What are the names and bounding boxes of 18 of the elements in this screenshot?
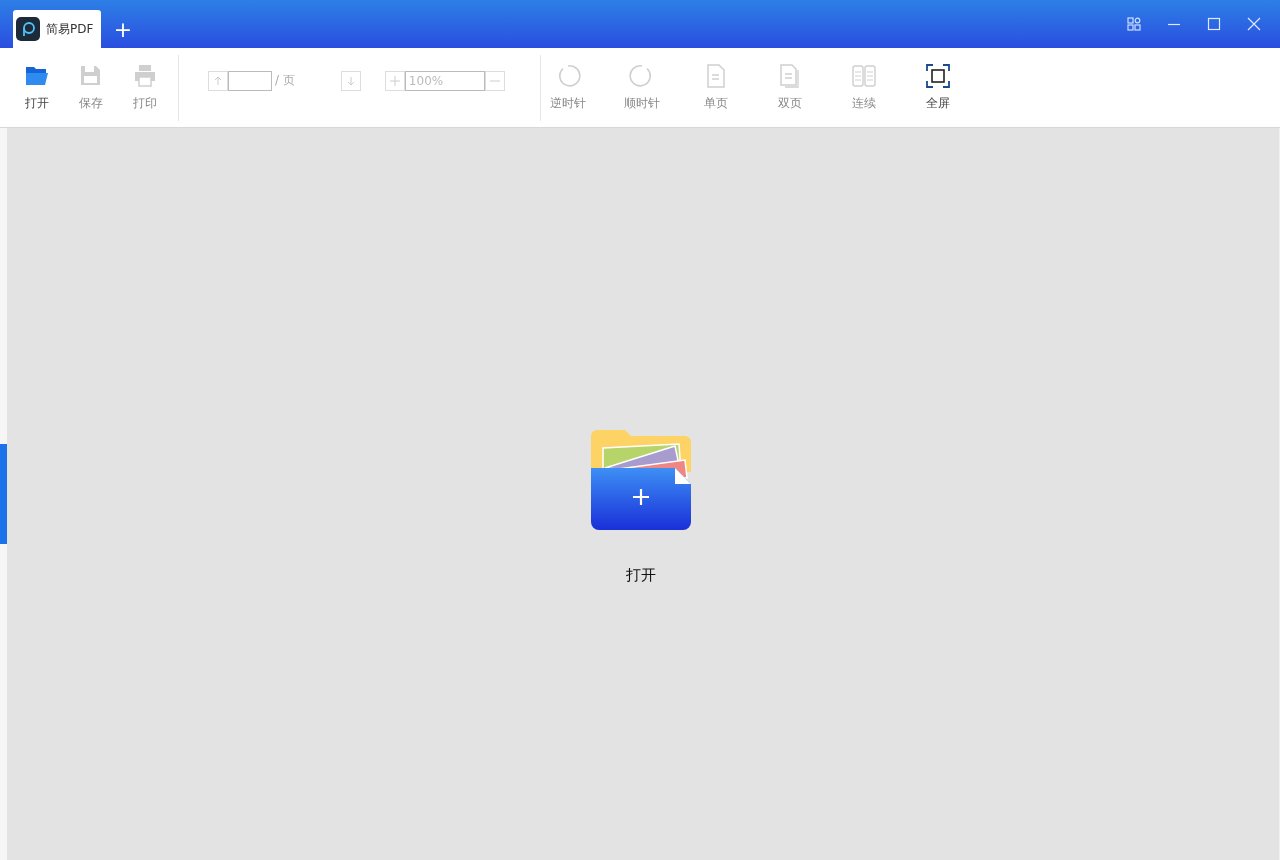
page-total-label: / 页 bbox=[275, 72, 295, 89]
new-tab-button[interactable]: + bbox=[101, 10, 145, 48]
document-tab[interactable]: 简易PDF bbox=[13, 10, 101, 48]
previous-page-icon bbox=[213, 75, 223, 86]
toolbar-button[interactable]: 全屏 bbox=[901, 54, 975, 121]
close-icon[interactable] bbox=[1247, 17, 1261, 31]
printer-icon bbox=[132, 63, 158, 89]
layout-icon[interactable] bbox=[1127, 17, 1141, 31]
open-label[interactable]: 打开 bbox=[625, 565, 656, 585]
toolbar-button[interactable]: 打开 bbox=[10, 54, 64, 121]
columns-icon bbox=[851, 63, 877, 89]
zoom-in-icon bbox=[388, 74, 401, 87]
next-page-icon bbox=[345, 75, 356, 86]
fullscreen-icon bbox=[925, 63, 951, 89]
folder-plus-icon[interactable] bbox=[590, 429, 691, 530]
app-logo-icon bbox=[16, 17, 40, 41]
maximize-icon[interactable] bbox=[1207, 17, 1221, 31]
sidebar-handle[interactable] bbox=[0, 444, 7, 544]
